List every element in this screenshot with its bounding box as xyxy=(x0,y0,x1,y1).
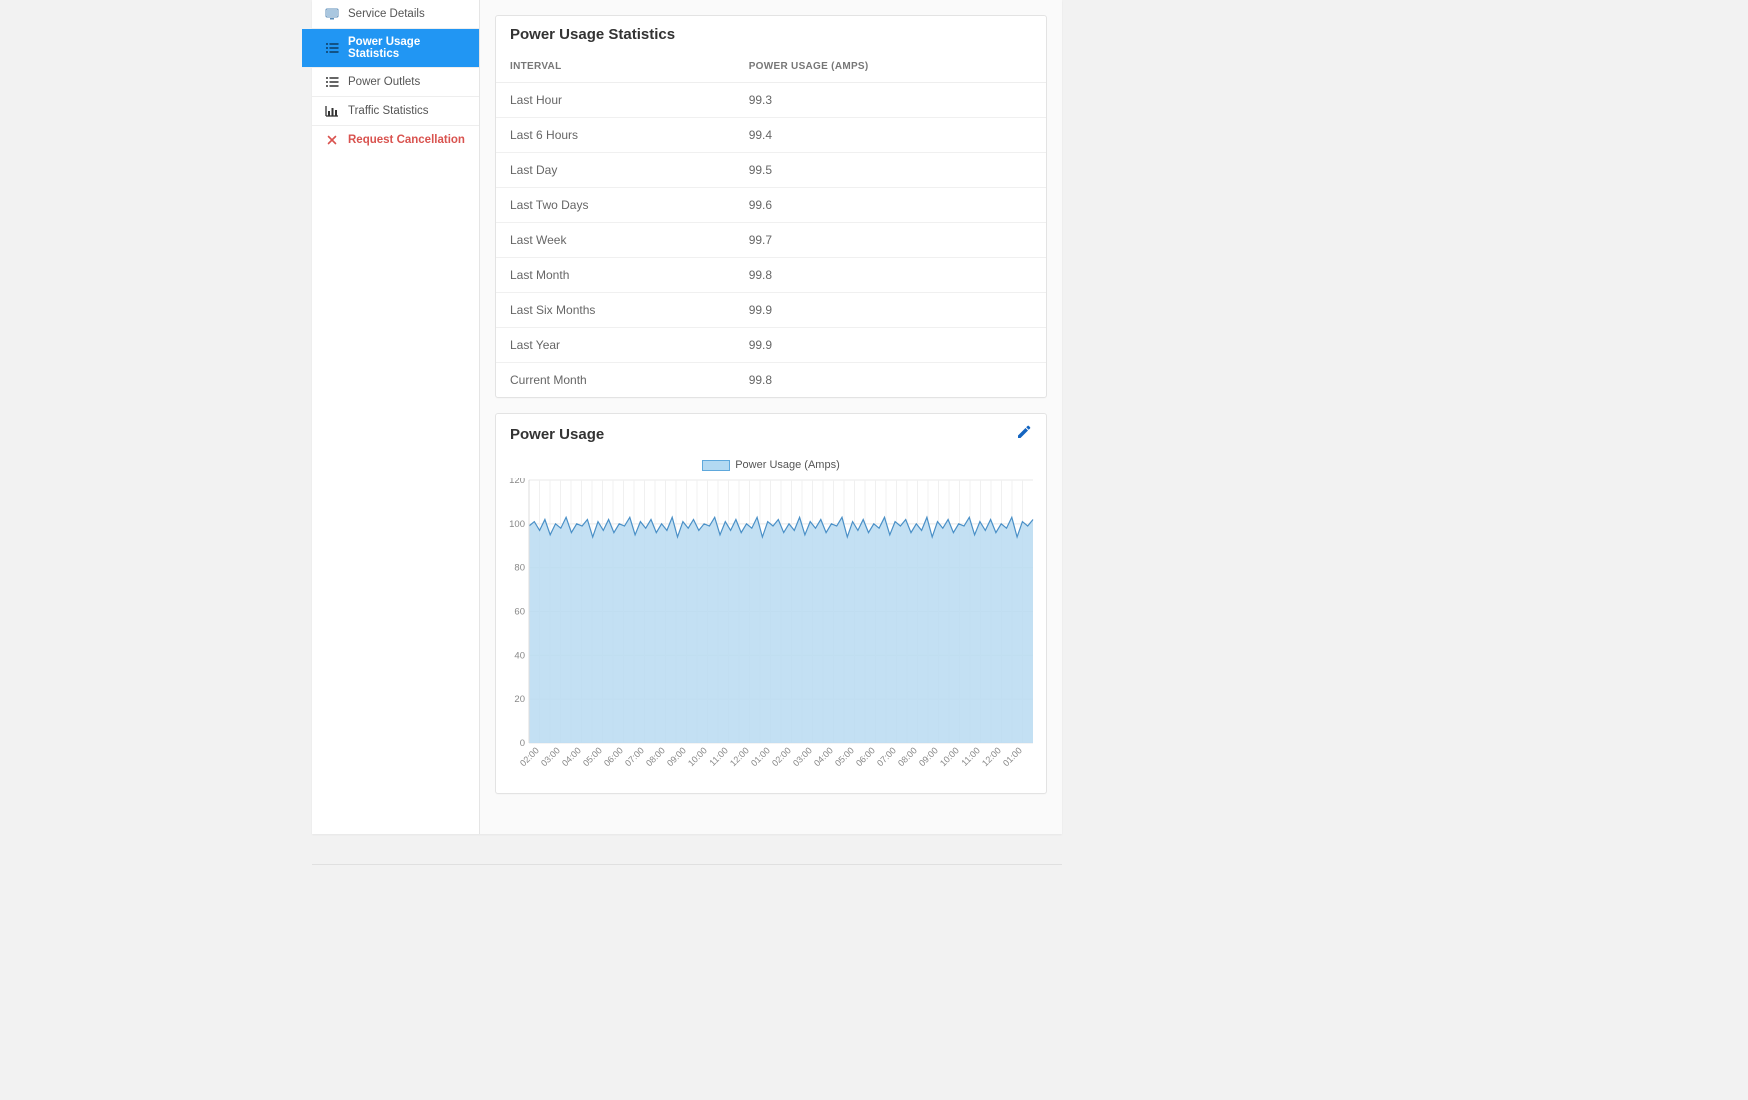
cell-interval: Last Year xyxy=(496,328,735,363)
cell-usage: 99.5 xyxy=(735,153,1046,188)
sidebar-item-service-details[interactable]: Service Details xyxy=(312,0,479,29)
svg-text:04:00: 04:00 xyxy=(560,745,583,768)
svg-text:03:00: 03:00 xyxy=(539,745,562,768)
table-row: Last Two Days99.6 xyxy=(496,188,1046,223)
list-icon xyxy=(324,41,340,55)
close-icon xyxy=(324,133,340,147)
power-usage-chart[interactable]: 02040608010012002:0003:0004:0005:0006:00… xyxy=(501,478,1041,778)
table-row: Last Day99.5 xyxy=(496,153,1046,188)
svg-text:08:00: 08:00 xyxy=(896,745,919,768)
stats-table: INTERVAL POWER USAGE (AMPS) Last Hour99.… xyxy=(496,51,1046,397)
sidebar-item-power-usage-statistics[interactable]: Power Usage Statistics xyxy=(302,29,479,68)
sidebar-item-label: Request Cancellation xyxy=(348,134,465,146)
svg-text:05:00: 05:00 xyxy=(581,745,604,768)
svg-text:10:00: 10:00 xyxy=(938,745,961,768)
svg-text:60: 60 xyxy=(514,606,525,617)
cell-usage: 99.6 xyxy=(735,188,1046,223)
table-row: Last Year99.9 xyxy=(496,328,1046,363)
svg-text:07:00: 07:00 xyxy=(875,745,898,768)
legend-label: Power Usage (Amps) xyxy=(735,459,840,471)
cell-interval: Last Two Days xyxy=(496,188,735,223)
sidebar-item-label: Power Usage Statistics xyxy=(348,36,467,60)
sidebar-item-label: Traffic Statistics xyxy=(348,105,429,117)
table-row: Current Month99.8 xyxy=(496,363,1046,398)
sidebar-item-request-cancellation[interactable]: Request Cancellation xyxy=(312,126,479,154)
svg-text:12:00: 12:00 xyxy=(980,745,1003,768)
footer-divider xyxy=(312,864,1062,865)
svg-text:03:00: 03:00 xyxy=(791,745,814,768)
svg-text:40: 40 xyxy=(514,650,525,661)
sidebar-item-label: Power Outlets xyxy=(348,76,420,88)
table-row: Last Six Months99.9 xyxy=(496,293,1046,328)
table-row: Last Week99.7 xyxy=(496,223,1046,258)
sidebar-item-label: Service Details xyxy=(348,8,425,20)
legend-item[interactable]: Power Usage (Amps) xyxy=(702,459,840,471)
svg-text:02:00: 02:00 xyxy=(770,745,793,768)
chart-card: Power Usage Power Usage (Amps) 0 20 40 60 80… xyxy=(495,413,1047,794)
svg-text:07:00: 07:00 xyxy=(623,745,646,768)
chart-title: Power Usage xyxy=(510,426,604,443)
chart-legend: Power Usage (Amps) xyxy=(501,457,1041,478)
svg-text:04:00: 04:00 xyxy=(812,745,835,768)
main-content: Power Usage Statistics INTERVAL POWER US… xyxy=(480,0,1062,834)
svg-text:120: 120 xyxy=(509,478,525,486)
table-row: Last Hour99.3 xyxy=(496,83,1046,118)
cell-usage: 99.8 xyxy=(735,363,1046,398)
svg-text:05:00: 05:00 xyxy=(833,745,856,768)
stats-title: Power Usage Statistics xyxy=(496,16,1046,51)
svg-text:09:00: 09:00 xyxy=(917,745,940,768)
app-panel: Service Details Power Usage Statistics P… xyxy=(312,0,1062,834)
svg-text:0: 0 xyxy=(520,738,525,749)
svg-text:09:00: 09:00 xyxy=(665,745,688,768)
svg-text:06:00: 06:00 xyxy=(854,745,877,768)
table-row: Last 6 Hours99.4 xyxy=(496,118,1046,153)
cell-usage: 99.3 xyxy=(735,83,1046,118)
monitor-icon xyxy=(324,7,340,21)
chart-icon xyxy=(324,104,340,118)
cell-usage: 99.9 xyxy=(735,293,1046,328)
table-row: Last Month99.8 xyxy=(496,258,1046,293)
cell-interval: Current Month xyxy=(496,363,735,398)
svg-text:08:00: 08:00 xyxy=(644,745,667,768)
sidebar-item-power-outlets[interactable]: Power Outlets xyxy=(312,68,479,97)
svg-text:01:00: 01:00 xyxy=(749,745,772,768)
cell-usage: 99.8 xyxy=(735,258,1046,293)
cell-interval: Last Month xyxy=(496,258,735,293)
sidebar: Service Details Power Usage Statistics P… xyxy=(312,0,480,834)
svg-text:100: 100 xyxy=(509,518,525,529)
cell-interval: Last Week xyxy=(496,223,735,258)
legend-swatch xyxy=(702,460,730,471)
svg-text:20: 20 xyxy=(514,694,525,705)
list-icon xyxy=(324,75,340,89)
stats-card: Power Usage Statistics INTERVAL POWER US… xyxy=(495,15,1047,398)
svg-text:80: 80 xyxy=(514,562,525,573)
svg-text:01:00: 01:00 xyxy=(1001,745,1024,768)
cell-interval: Last Six Months xyxy=(496,293,735,328)
cell-usage: 99.7 xyxy=(735,223,1046,258)
cell-usage: 99.9 xyxy=(735,328,1046,363)
cell-interval: Last 6 Hours xyxy=(496,118,735,153)
svg-text:10:00: 10:00 xyxy=(686,745,709,768)
svg-text:06:00: 06:00 xyxy=(602,745,625,768)
svg-text:12:00: 12:00 xyxy=(728,745,751,768)
cell-interval: Last Hour xyxy=(496,83,735,118)
sidebar-item-traffic-statistics[interactable]: Traffic Statistics xyxy=(312,97,479,126)
col-usage: POWER USAGE (AMPS) xyxy=(735,51,1046,83)
cell-usage: 99.4 xyxy=(735,118,1046,153)
chart-area: Power Usage (Amps) 02040608010012002:000… xyxy=(496,452,1046,793)
pencil-icon[interactable] xyxy=(1016,424,1032,444)
svg-text:11:00: 11:00 xyxy=(707,745,730,768)
svg-text:11:00: 11:00 xyxy=(959,745,982,768)
col-interval: INTERVAL xyxy=(496,51,735,83)
cell-interval: Last Day xyxy=(496,153,735,188)
